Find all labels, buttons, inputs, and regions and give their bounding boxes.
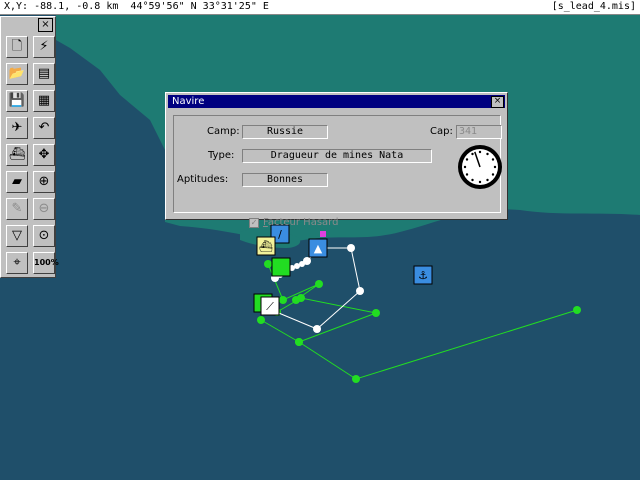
compass-tick [478, 150, 482, 154]
compass-tick [491, 158, 495, 161]
target-tool-button[interactable]: ⌖ [6, 252, 28, 274]
mission-map[interactable]: / ▲ ⛴ ⚓ ⟋ [0, 0, 640, 480]
waypoint-green[interactable] [573, 306, 581, 314]
compass-tick [478, 180, 482, 184]
compass-tick [491, 173, 495, 176]
static-object-tool-button[interactable]: ✎ [6, 198, 28, 220]
properties-tool-button[interactable]: ▤ [33, 63, 55, 85]
unit-icon-ship-selected[interactable]: ▲ [308, 238, 328, 258]
open-folder-tool-button[interactable]: 📂 [6, 63, 28, 85]
tool-palette: × 🗋 ⚡ 📂 ▤ 💾 ▦ ✈ ↶ ⛴ ✥ ▰ ⊕ ✎ ⊖ ▽ ⊙ ⌖ 100% [0, 16, 59, 278]
unit-icon-ship-green[interactable] [271, 257, 291, 277]
aptitudes-field[interactable]: Bonnes [242, 173, 328, 187]
svg-text:/: / [278, 228, 282, 241]
unit-icon-ship-yellow[interactable]: ⛴ [256, 236, 276, 256]
zoom-in-tool-button[interactable]: ⊕ [33, 171, 55, 193]
undo-tool-button[interactable]: ↶ [33, 117, 55, 139]
hasard-checkbox[interactable]: ✓ [249, 218, 259, 228]
waypoint-white[interactable] [356, 287, 364, 295]
camp-field[interactable]: Russie [242, 125, 328, 139]
dialog-titlebar[interactable]: Navire × [168, 95, 505, 108]
triangle-down-tool-button[interactable]: ▽ [6, 225, 28, 247]
cap-label: Cap: [430, 126, 453, 137]
mission-filename: [s_lead_4.mis] [551, 1, 636, 12]
type-field[interactable]: Dragueur de mines Nata [242, 149, 432, 163]
zoom-fit-tool-button[interactable]: ⊙ [33, 225, 55, 247]
compass-tick [486, 152, 489, 156]
save-disk-tool-button[interactable]: 💾 [6, 90, 28, 112]
zoom-out-tool-button[interactable]: ⊖ [33, 198, 55, 220]
compass-tick [463, 165, 467, 169]
heading-compass[interactable] [457, 144, 503, 190]
compass-tick [493, 165, 497, 169]
palette-close-button[interactable]: × [38, 18, 53, 32]
compass-tick [486, 178, 489, 182]
dialog-close-button[interactable]: × [491, 96, 504, 108]
compass-tick [465, 158, 469, 161]
waypoint-green[interactable] [279, 296, 287, 304]
svg-text:⚓: ⚓ [418, 269, 428, 282]
waypoint-green[interactable] [315, 280, 323, 288]
waypoint-white[interactable] [347, 244, 355, 252]
type-label: Type: [208, 150, 235, 161]
compass-tick [471, 152, 474, 156]
svg-text:⟋: ⟋ [266, 300, 274, 313]
hasard-checkbox-label: Facteur Hasard [263, 217, 339, 228]
grid-tool-button[interactable]: ▦ [33, 90, 55, 112]
ground-unit-tool-button[interactable]: ▰ [6, 171, 28, 193]
ship-dialog: Navire × Camp: Russie Cap: 341 Type: Dra… [165, 92, 508, 228]
cap-field[interactable]: 341 [456, 125, 502, 139]
zoom-100-tool-button[interactable]: 100% [33, 252, 59, 274]
ship-tool-button[interactable]: ⛴ [6, 144, 28, 166]
waypoint-green[interactable] [257, 316, 265, 324]
compass-tick [465, 173, 469, 176]
svg-text:⛴: ⛴ [259, 240, 273, 253]
svg-text:▲: ▲ [314, 242, 323, 255]
compass-tick [471, 178, 474, 182]
aptitudes-label: Aptitudes: [177, 174, 229, 185]
move-cross-tool-button[interactable]: ✥ [33, 144, 55, 166]
waypoint-green[interactable] [264, 260, 272, 268]
waypoint-green[interactable] [372, 309, 380, 317]
waypoint-white[interactable] [313, 325, 321, 333]
cursor-coordinates: X,Y: -88.1, -0.8 km 44°59'56" N 33°31'25… [4, 1, 269, 12]
new-document-tool-button[interactable]: 🗋 [6, 36, 28, 58]
aircraft-tool-button[interactable]: ✈ [6, 117, 28, 139]
camp-label: Camp: [207, 126, 240, 137]
lightning-tool-button[interactable]: ⚡ [33, 36, 55, 58]
waypoint-green[interactable] [295, 338, 303, 346]
unit-icon-port[interactable]: ⚓ [413, 265, 433, 285]
waypoint-green[interactable] [352, 375, 360, 383]
status-bar: X,Y: -88.1, -0.8 km 44°59'56" N 33°31'25… [0, 0, 640, 15]
dialog-content-frame: Camp: Russie Cap: 341 Type: Dragueur de … [173, 115, 503, 228]
waypoint-white[interactable] [299, 261, 305, 267]
selection-marker[interactable] [320, 231, 326, 237]
dialog-title: Navire [172, 96, 205, 107]
unit-icon-artillery[interactable]: ⟋ [260, 296, 280, 316]
waypoint-green[interactable] [297, 294, 305, 302]
